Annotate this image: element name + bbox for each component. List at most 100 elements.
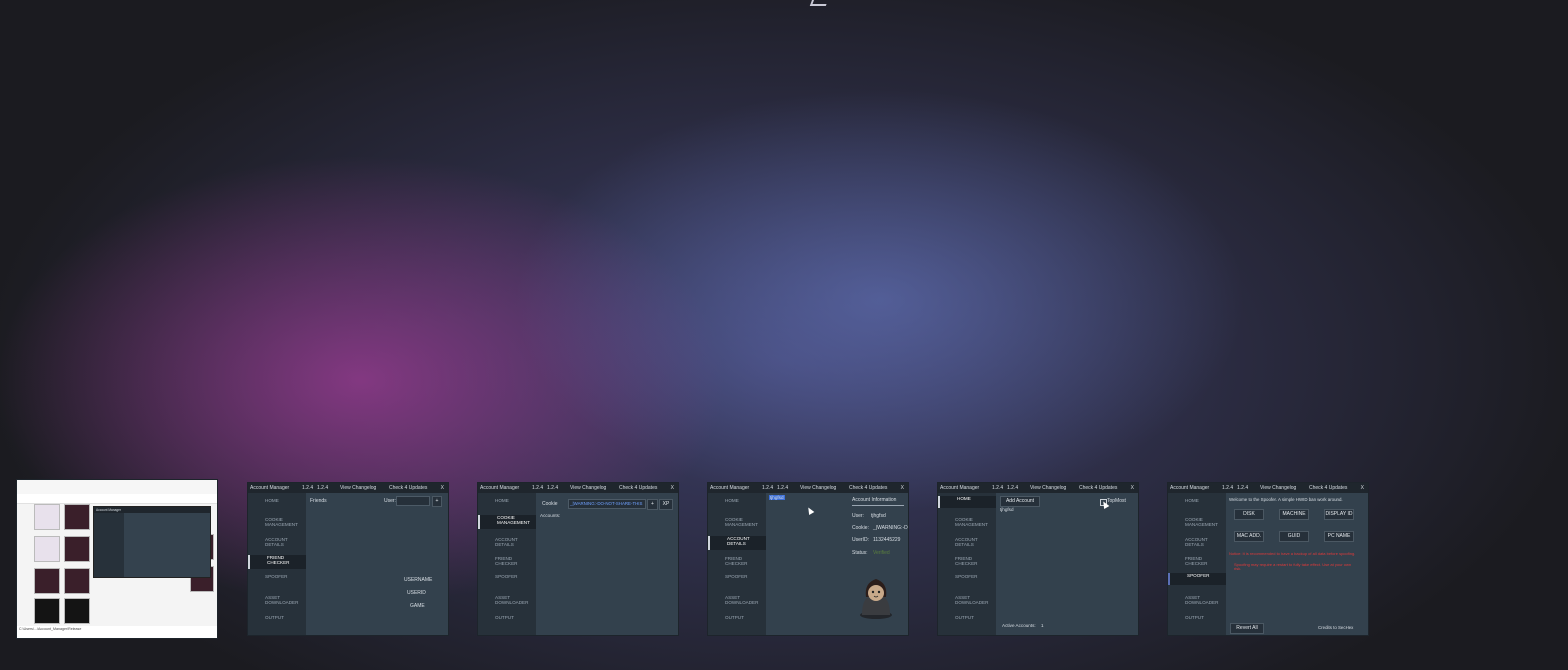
nav-cookie-management[interactable]: COOKIE MANAGEMENT [265, 517, 305, 527]
updates-link[interactable]: Check 4 Updates [1079, 483, 1117, 493]
main-panel: Add Account tjhgfsd TopMost Active Accou… [996, 493, 1138, 635]
file-thumbnail[interactable] [64, 536, 90, 562]
nav-spoofer[interactable]: SPOOFER [1168, 573, 1226, 585]
nav-account-details[interactable]: ACCOUNT DETAILS [955, 537, 995, 547]
nav-home[interactable]: HOME [265, 498, 305, 503]
cookie-value: _|WARNING:-DO-NOT-SHARE-THIS [570, 501, 643, 506]
spoof-machine-button[interactable]: MACHINE [1279, 509, 1309, 520]
nav-account-details[interactable]: ACCOUNT DETAILS [708, 536, 766, 550]
version-label: 1.2.4 [1237, 485, 1249, 491]
file-thumbnail[interactable] [64, 504, 90, 530]
account-list-item[interactable]: tjhgfsd [1000, 507, 1014, 512]
updates-link[interactable]: Check 4 Updates [1309, 483, 1347, 493]
nav-friend-checker[interactable]: FRIEND CHECKER [955, 556, 995, 566]
file-thumbnail[interactable] [34, 504, 60, 530]
spoofer-warning-1: Notice: It is recommended to have a back… [1229, 551, 1356, 556]
nav-cookie-management[interactable]: COOKIE MANAGEMENT [478, 515, 536, 529]
nav-cookie-management[interactable]: COOKIE MANAGEMENT [725, 517, 765, 527]
changelog-link[interactable]: View Changelog [340, 483, 376, 493]
user-value: tjhgfsd [871, 513, 886, 519]
nav-home[interactable]: HOME [495, 498, 535, 503]
window-thumbnail-explorer[interactable]: Account Manager C:\Users\...\Account_Man… [17, 480, 217, 638]
window-thumbnail-account-details[interactable]: Account Manager 1.2.4 1.2.4 View Changel… [708, 483, 908, 635]
nav-output[interactable]: OUTPUT [1185, 615, 1225, 620]
nav-spoofer[interactable]: SPOOFER [725, 574, 765, 579]
close-button[interactable]: X [901, 483, 904, 493]
nav-account-details[interactable]: ACCOUNT DETAILS [1185, 537, 1225, 547]
main-panel: Cookie _|WARNING:-DO-NOT-SHARE-THIS + XP… [536, 493, 678, 635]
cookie-input[interactable]: _|WARNING:-DO-NOT-SHARE-THIS [568, 499, 646, 509]
close-button[interactable]: X [1131, 483, 1134, 493]
updates-link[interactable]: Check 4 Updates [389, 483, 427, 493]
nav-home[interactable]: HOME [725, 498, 765, 503]
nav-cookie-management[interactable]: COOKIE MANAGEMENT [1185, 517, 1225, 527]
sidebar: HOME COOKIE MANAGEMENT ACCOUNT DETAILS F… [478, 493, 536, 635]
close-button[interactable]: X [671, 483, 674, 493]
updates-link[interactable]: Check 4 Updates [849, 483, 887, 493]
nav-output[interactable]: OUTPUT [265, 615, 305, 620]
mini-sidebar [94, 513, 124, 577]
updates-link[interactable]: Check 4 Updates [619, 483, 657, 493]
nav-account-details[interactable]: ACCOUNT DETAILS [495, 537, 535, 547]
nav-asset-downloader[interactable]: ASSET DOWNLOADER [955, 595, 995, 605]
info-divider [852, 505, 904, 506]
file-thumbnail[interactable] [34, 536, 60, 562]
status-value: Verified [873, 550, 890, 556]
window-switcher: Account Manager C:\Users\...\Account_Man… [0, 0, 1568, 670]
nav-spoofer[interactable]: SPOOFER [495, 574, 535, 579]
revert-all-button[interactable]: Revert All [1230, 623, 1264, 634]
changelog-link[interactable]: View Changelog [1260, 483, 1296, 493]
add-friend-button[interactable]: + [432, 496, 442, 507]
spoof-display-id-button[interactable]: DISPLAY ID [1324, 509, 1354, 520]
spoof-mac-button[interactable]: MAC ADD. [1234, 531, 1264, 542]
spoofer-welcome-text: Welcome to the Spoofer. A simple HWID ba… [1229, 497, 1343, 502]
nav-output[interactable]: OUTPUT [955, 615, 995, 620]
window-thumbnail-cookie-management[interactable]: Account Manager 1.2.4 1.2.4 View Changel… [478, 483, 678, 635]
nav-friend-checker[interactable]: FRIEND CHECKER [248, 555, 306, 569]
add-cookie-button[interactable]: + [647, 499, 658, 510]
title-bar: Account Manager 1.2.4 1.2.4 View Changel… [1168, 483, 1368, 493]
selected-account-item[interactable]: tjhgfsd [769, 495, 785, 500]
nav-spoofer[interactable]: SPOOFER [955, 574, 995, 579]
nav-asset-downloader[interactable]: ASSET DOWNLOADER [265, 595, 305, 605]
explorer-path-text: C:\Users\...\Account_Manager\Release [19, 627, 82, 631]
window-thumbnail-friend-checker[interactable]: Account Manager 1.2.4 1.2.4 View Changel… [248, 483, 448, 635]
sidebar: HOME COOKIE MANAGEMENT ACCOUNT DETAILS F… [938, 493, 996, 635]
file-thumbnail[interactable] [34, 568, 60, 594]
spoof-disk-button[interactable]: DISK [1234, 509, 1264, 520]
nav-home[interactable]: HOME [1185, 498, 1225, 503]
nav-friend-checker[interactable]: FRIEND CHECKER [1185, 556, 1225, 566]
nav-asset-downloader[interactable]: ASSET DOWNLOADER [1185, 595, 1225, 605]
spoof-guid-button[interactable]: GUID [1279, 531, 1309, 542]
xp-button[interactable]: XP [659, 499, 673, 510]
cookie-label: Cookie: [852, 525, 869, 531]
main-panel: Friends User: + USERNAME USERID GAME [306, 493, 448, 635]
nav-output[interactable]: OUTPUT [495, 615, 535, 620]
explorer-status-bar: C:\Users\...\Account_Manager\Release [17, 626, 217, 638]
nav-spoofer[interactable]: SPOOFER [265, 574, 305, 579]
nav-friend-checker[interactable]: FRIEND CHECKER [495, 556, 535, 566]
accounts-label: Accounts: [540, 513, 561, 518]
close-button[interactable]: X [441, 483, 444, 493]
nav-friend-checker[interactable]: FRIEND CHECKER [725, 556, 765, 566]
file-thumbnail[interactable] [64, 598, 90, 624]
changelog-link[interactable]: View Changelog [800, 483, 836, 493]
mini-account-manager-window[interactable]: Account Manager [94, 507, 210, 577]
changelog-link[interactable]: View Changelog [1030, 483, 1066, 493]
spoof-pc-name-button[interactable]: PC NAME [1324, 531, 1354, 542]
file-thumbnail[interactable] [64, 568, 90, 594]
nav-account-details[interactable]: ACCOUNT DETAILS [265, 537, 305, 547]
nav-output[interactable]: OUTPUT [725, 615, 765, 620]
nav-home[interactable]: HOME [938, 496, 996, 508]
window-thumbnail-spoofer[interactable]: Account Manager 1.2.4 1.2.4 View Changel… [1168, 483, 1368, 635]
file-thumbnail[interactable] [34, 598, 60, 624]
user-input[interactable] [396, 496, 430, 506]
close-button[interactable]: X [1361, 483, 1364, 493]
changelog-link[interactable]: View Changelog [570, 483, 606, 493]
column-userid: USERID [407, 590, 426, 596]
add-account-button[interactable]: Add Account [1000, 496, 1040, 507]
nav-cookie-management[interactable]: COOKIE MANAGEMENT [955, 517, 995, 527]
nav-asset-downloader[interactable]: ASSET DOWNLOADER [495, 595, 535, 605]
window-thumbnail-home[interactable]: Account Manager 1.2.4 1.2.4 View Changel… [938, 483, 1138, 635]
nav-asset-downloader[interactable]: ASSET DOWNLOADER [725, 595, 765, 605]
